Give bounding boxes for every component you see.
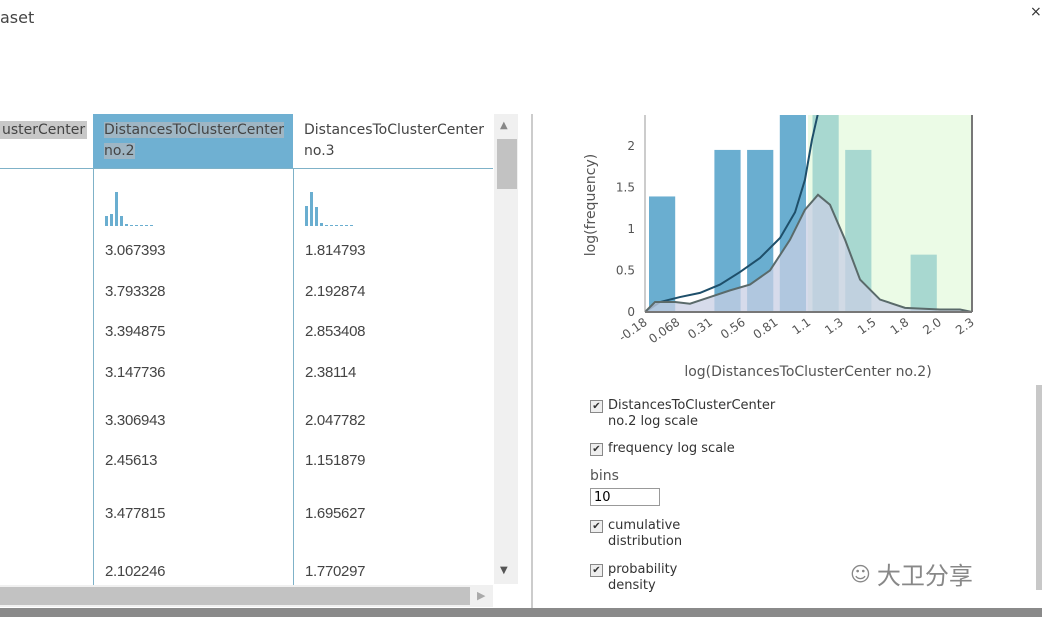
x-axis-title: log(DistancesToClusterCenter no.2) [684, 364, 931, 380]
mini-histogram-bar [340, 225, 343, 226]
mini-histogram-col2 [105, 190, 165, 226]
column-header-label: DistancesToClusterCenter no.3 [304, 122, 485, 159]
x-tick-label: 1.5 [855, 315, 879, 337]
bins-label: bins [590, 468, 619, 484]
x-tick-label: 1.8 [888, 315, 912, 337]
frequency-log-scale-option[interactable]: ✔ frequency log scale [590, 441, 735, 457]
bottom-toolbar [0, 608, 1042, 617]
mini-histogram-bar [130, 225, 133, 226]
mini-histogram-bar [315, 207, 318, 226]
mini-histogram-bar [105, 215, 108, 226]
checkbox[interactable]: ✔ [590, 520, 603, 533]
column-header-1[interactable]: usterCenter [0, 114, 93, 169]
right-scrollbar[interactable] [1036, 385, 1042, 590]
histogram-chart: 0 0.5 1 1.5 2 -0.180.068 0.31 0.56 0.81 1.1 1.3 1.5… [583, 115, 977, 380]
data-table: usterCenter DistancesToClusterCenter no.… [0, 114, 493, 585]
watermark: ☺ 大卫分享 [850, 556, 973, 591]
option-label: frequency log scale [608, 441, 735, 456]
x-tick-label: 2.0 [920, 315, 944, 337]
table-cell[interactable]: 2.192874 [305, 283, 365, 300]
mini-histogram-bar [345, 224, 348, 226]
mini-histogram-bar [135, 225, 138, 226]
column-header-3[interactable]: DistancesToClusterCenter no.3 [293, 114, 493, 169]
cumulative-distribution-option[interactable]: ✔ cumulative distribution [590, 518, 688, 550]
y-tick-label: 0 [627, 305, 635, 319]
table-cell[interactable]: 1.151879 [305, 452, 365, 469]
mini-histogram-bar [335, 225, 338, 226]
mini-histogram-bar [305, 205, 308, 226]
mini-histogram-bar [325, 224, 328, 226]
panel-divider [531, 114, 533, 608]
column-header-label: usterCenter [0, 121, 88, 139]
table-cell[interactable]: 2.047782 [305, 412, 365, 429]
wechat-icon: ☺ [850, 561, 871, 586]
x-tick-label: 1.1 [790, 315, 814, 337]
scroll-down-icon[interactable]: ▼ [500, 565, 508, 576]
checkbox[interactable]: ✔ [590, 400, 603, 413]
mini-histogram-bar [320, 222, 323, 226]
column-divider [293, 169, 294, 585]
table-cell[interactable]: 3.793328 [105, 283, 165, 300]
y-tick-label: 0.5 [616, 263, 635, 277]
x-tick-label: 0.81 [751, 315, 781, 342]
table-cell[interactable]: 3.306943 [105, 412, 165, 429]
column-divider [93, 169, 94, 585]
close-button[interactable]: × [1030, 4, 1042, 20]
histogram-bar [910, 254, 937, 312]
checkbox[interactable]: ✔ [590, 443, 603, 456]
mini-histogram-bar [350, 225, 353, 226]
x-tick-label: 0.56 [718, 315, 748, 342]
table-cell[interactable]: 2.102246 [105, 563, 165, 580]
x-tick-label: 2.3 [953, 315, 977, 337]
y-tick-label: 2 [627, 139, 635, 153]
table-cell[interactable]: 1.770297 [305, 563, 365, 580]
scroll-up-icon[interactable]: ▲ [500, 120, 508, 131]
mini-histogram-col3 [305, 190, 365, 226]
mini-histogram-bar [125, 224, 128, 226]
mini-histogram-bar [110, 214, 113, 226]
y-axis-title: log(frequency) [583, 154, 599, 256]
x-tick-label: 1.3 [822, 315, 846, 337]
table-cell[interactable]: 3.147736 [105, 364, 165, 381]
mini-histogram-bar [145, 224, 148, 226]
mini-histogram-bar [115, 192, 118, 226]
mini-histogram-bar [140, 225, 143, 226]
x-tick-label: 0.068 [646, 315, 682, 346]
option-label: probability density [608, 562, 678, 593]
y-tick-label: 1.5 [616, 180, 635, 194]
x-log-scale-option[interactable]: ✔ DistancesToClusterCenter no.2 log scale [590, 398, 778, 430]
probability-density-option[interactable]: ✔ probability density [590, 562, 688, 594]
column-header-2[interactable]: DistancesToClusterCenter no.2 [93, 114, 293, 169]
option-label: cumulative distribution [608, 518, 683, 549]
mini-histogram-bar [310, 192, 313, 226]
mini-histogram-bar [330, 225, 333, 226]
table-cell[interactable]: 1.814793 [305, 242, 365, 259]
mini-histogram-bar [150, 225, 153, 226]
option-label: DistancesToClusterCenter no.2 log scale [608, 398, 776, 429]
table-cell[interactable]: 2.45613 [105, 452, 157, 469]
vertical-scroll-thumb[interactable] [497, 139, 517, 189]
table-cell[interactable]: 3.067393 [105, 242, 165, 259]
window-title: aset [0, 8, 35, 27]
histogram-bar [649, 196, 676, 312]
checkbox[interactable]: ✔ [590, 564, 603, 577]
scroll-right-icon[interactable]: ▶ [477, 589, 485, 602]
table-cell[interactable]: 3.394875 [105, 323, 165, 340]
table-cell[interactable]: 2.853408 [305, 323, 365, 340]
column-header-label: DistancesToClusterCenter no.2 [104, 122, 285, 159]
bins-input[interactable] [590, 488, 660, 506]
watermark-text: 大卫分享 [876, 562, 973, 590]
table-cell[interactable]: 2.38114 [305, 364, 356, 381]
y-tick-label: 1 [627, 222, 635, 236]
table-cell[interactable]: 1.695627 [305, 505, 365, 522]
mini-histogram-bar [120, 215, 123, 226]
horizontal-scroll-thumb[interactable] [0, 587, 470, 605]
x-tick-label: -0.18 [616, 315, 649, 344]
table-cell[interactable]: 3.477815 [105, 505, 165, 522]
x-tick-label: 0.31 [685, 315, 715, 342]
